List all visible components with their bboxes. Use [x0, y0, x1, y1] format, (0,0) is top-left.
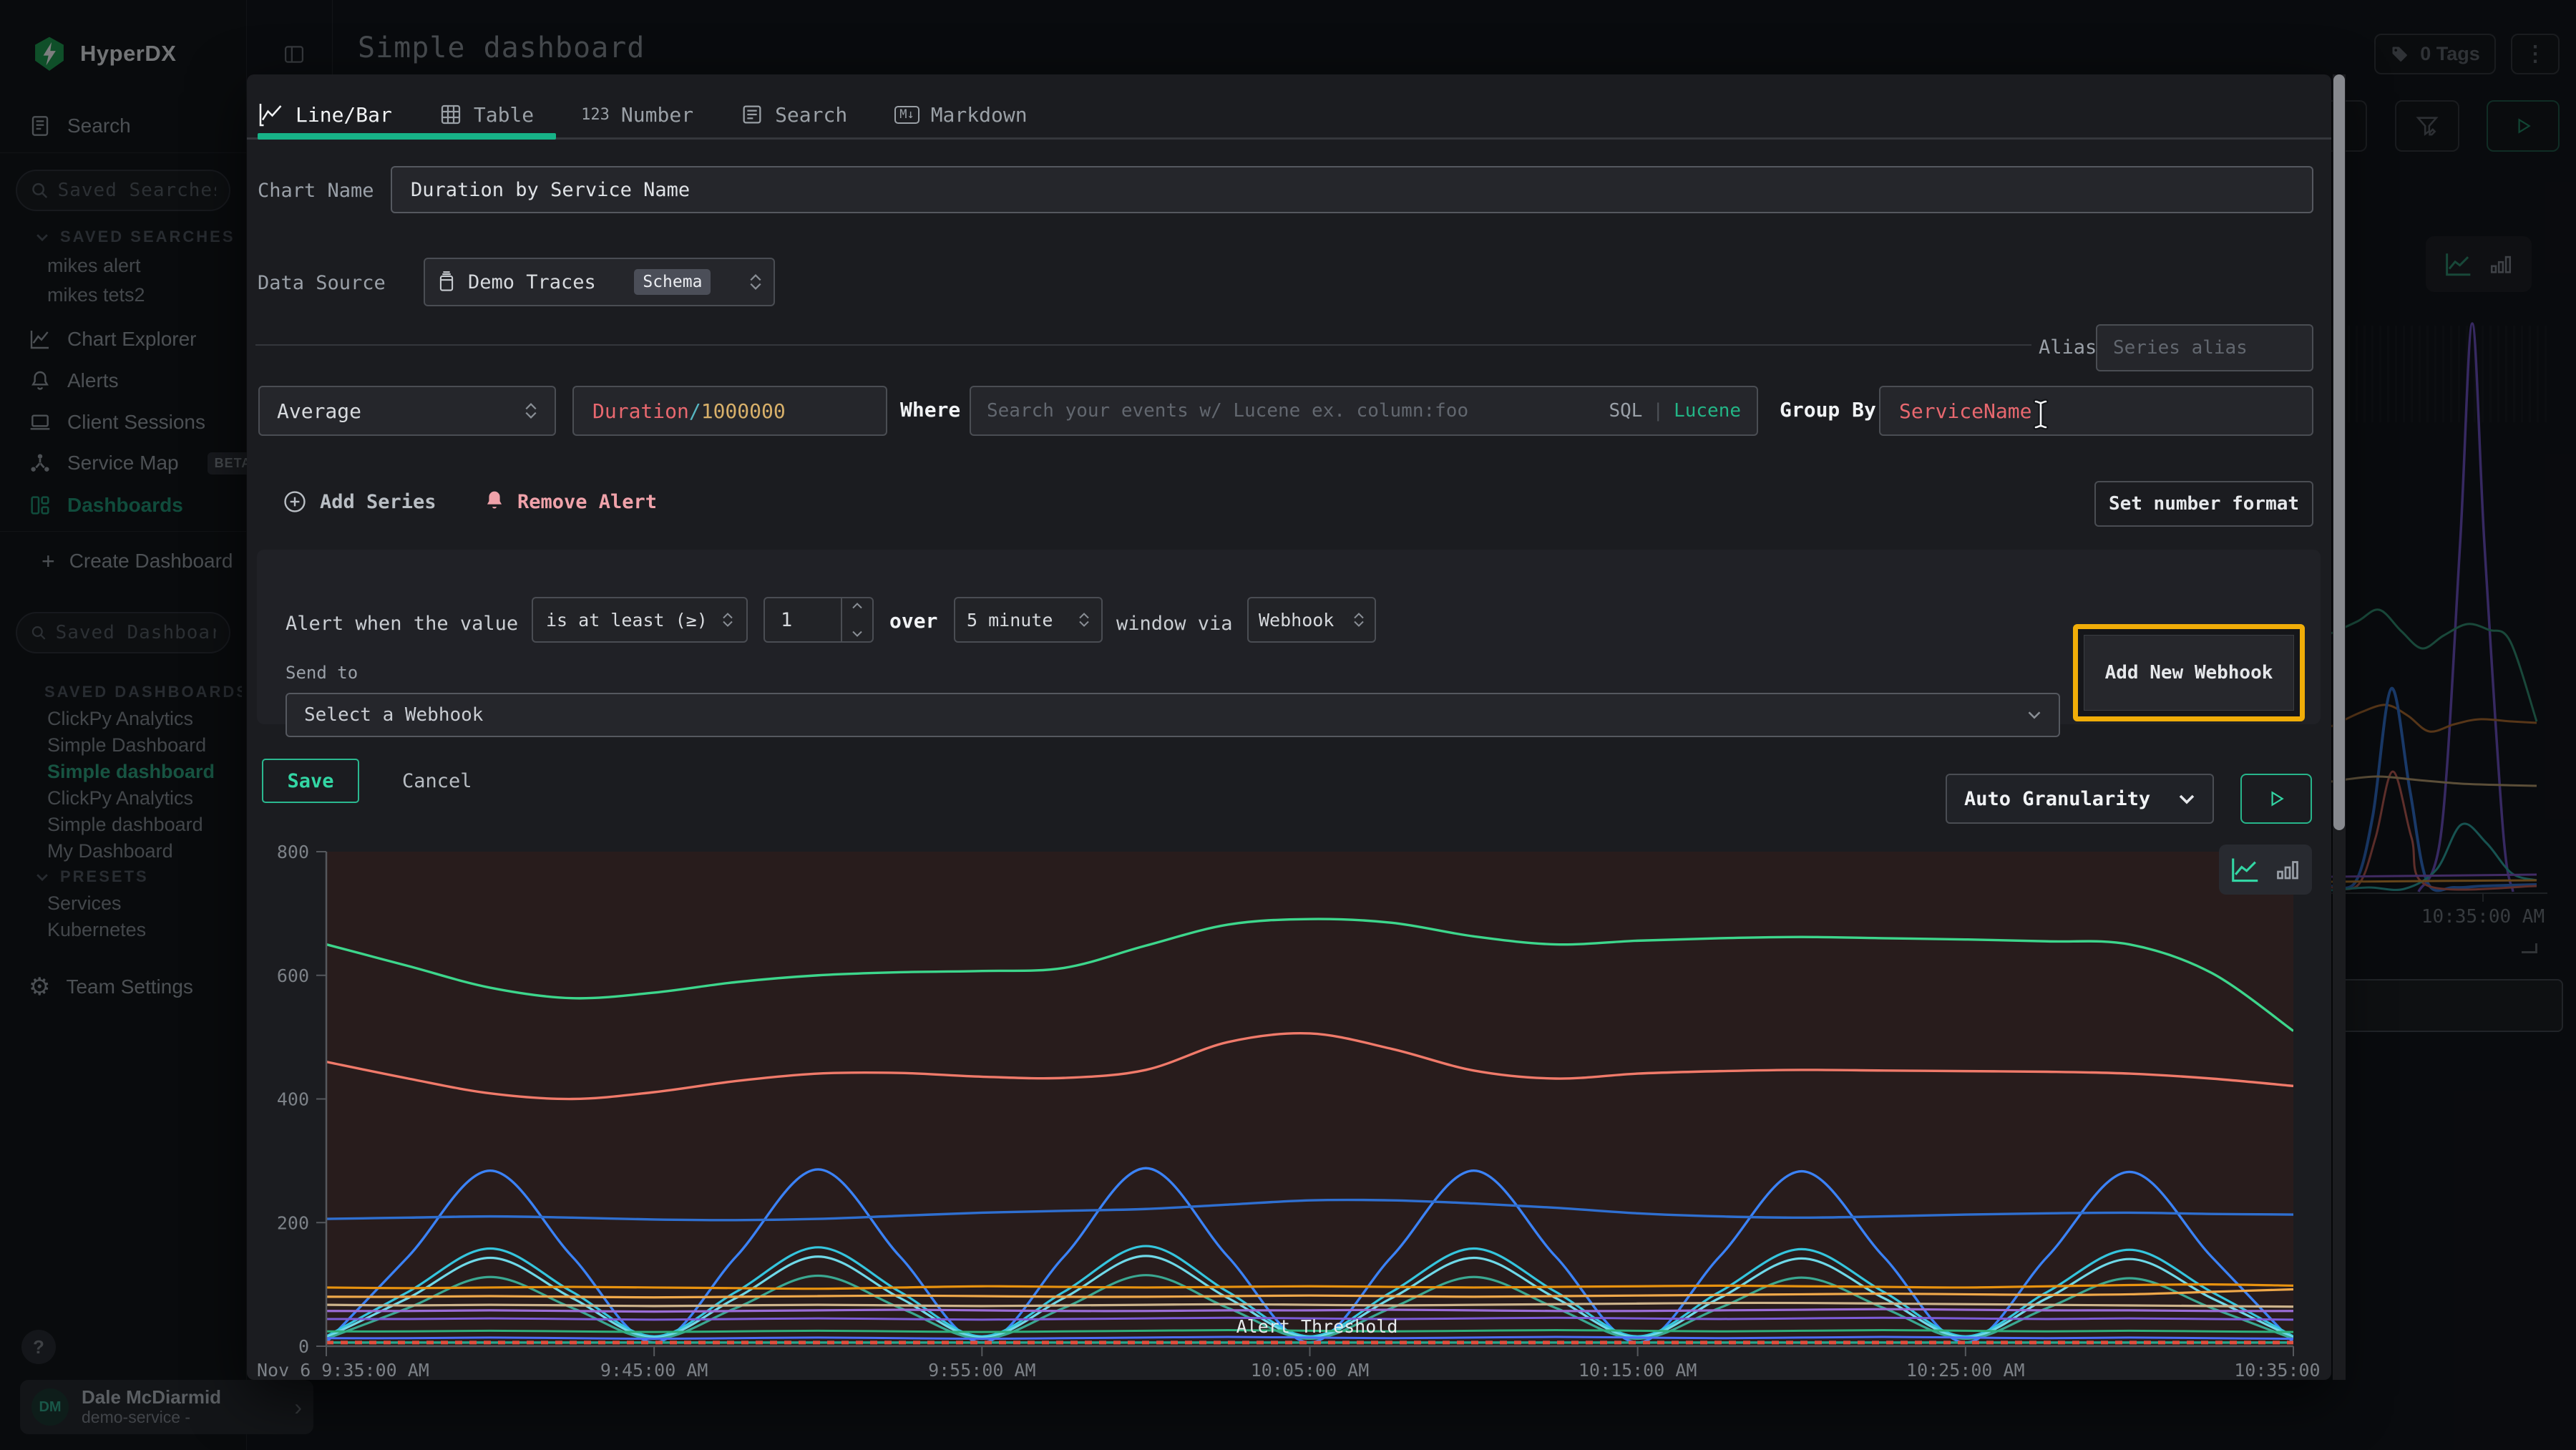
- chart-editor-modal: Line/Bar Table 123 Number Search M↓ Mark…: [247, 74, 2331, 1380]
- save-button[interactable]: Save: [262, 759, 359, 803]
- where-search-input[interactable]: Search your events w/ Lucene ex. column:…: [970, 386, 1758, 436]
- scrollbar-thumb[interactable]: [2333, 74, 2345, 830]
- alias-label: Alias: [2039, 336, 2097, 359]
- text-cursor: [2030, 398, 2051, 431]
- editor-tabs: Line/Bar Table 123 Number Search M↓ Mark…: [258, 93, 1028, 136]
- run-chart-button[interactable]: [2240, 774, 2312, 824]
- alert-threshold-input[interactable]: 1: [763, 597, 874, 643]
- alert-config-panel: Alert when the value is at least (≥) 1 o…: [257, 550, 2321, 724]
- list-box-icon: [741, 103, 763, 126]
- cancel-button[interactable]: Cancel: [402, 770, 472, 792]
- granularity-select[interactable]: Auto Granularity: [1946, 774, 2214, 824]
- database-icon: [436, 271, 457, 293]
- select-chevrons-icon: [722, 613, 733, 627]
- tabbar-border: [247, 137, 2331, 140]
- data-source-select[interactable]: Demo Traces Schema: [424, 258, 775, 306]
- data-source-label: Data Source: [258, 272, 386, 294]
- tab-search[interactable]: Search: [741, 103, 847, 127]
- alert-channel-select[interactable]: Webhook: [1247, 597, 1376, 643]
- svg-text:400: 400: [277, 1089, 309, 1110]
- table-icon: [439, 103, 462, 126]
- chart-type-toggle[interactable]: [2219, 845, 2312, 895]
- bar-chart-icon: [2275, 857, 2301, 882]
- play-icon: [2267, 789, 2285, 808]
- alert-condition-select[interactable]: is at least (≥): [532, 597, 748, 643]
- preview-chart: 0 200 400 600 800 Nov 6 9:35:00 AM 9:45:00 AM 9…: [247, 819, 2331, 1380]
- line-chart-icon: [258, 102, 284, 127]
- select-chevrons-icon: [749, 274, 762, 290]
- bell-icon: [483, 490, 506, 514]
- webhook-select[interactable]: Select a Webhook: [286, 693, 2060, 737]
- stepper-down-icon: [852, 631, 863, 637]
- svg-text:10:15:00 AM: 10:15:00 AM: [1579, 1360, 1697, 1380]
- line-chart-icon: [2230, 856, 2260, 883]
- add-series-button[interactable]: Add Series: [283, 490, 436, 514]
- send-to-label: Send to: [286, 663, 358, 683]
- tab-number[interactable]: 123 Number: [581, 103, 693, 127]
- over-label: over: [889, 609, 937, 633]
- lucene-toggle[interactable]: Lucene: [1674, 400, 1741, 422]
- remove-alert-button[interactable]: Remove Alert: [483, 490, 657, 514]
- where-label: Where: [900, 398, 960, 422]
- svg-text:200: 200: [277, 1212, 309, 1233]
- tab-markdown[interactable]: M↓ Markdown: [894, 103, 1027, 127]
- select-chevrons-icon: [525, 403, 537, 419]
- alert-prefix-label: Alert when the value: [286, 613, 518, 635]
- select-chevrons-icon: [1353, 613, 1365, 627]
- aggregation-select[interactable]: Average: [258, 386, 556, 436]
- svg-text:800: 800: [277, 842, 309, 862]
- chart-name-input[interactable]: Duration by Service Name: [391, 166, 2313, 213]
- select-chevrons-icon: [1078, 613, 1090, 627]
- svg-text:Nov 6 9:35:00 AM: Nov 6 9:35:00 AM: [257, 1360, 429, 1380]
- sql-toggle[interactable]: SQL: [1609, 400, 1642, 422]
- markdown-icon: M↓: [894, 106, 919, 124]
- number-123-icon: 123: [581, 106, 610, 124]
- set-number-format-button[interactable]: Set number format: [2094, 481, 2313, 527]
- add-new-webhook-button[interactable]: Add New Webhook: [2084, 635, 2294, 711]
- svg-text:Alert Threshold: Alert Threshold: [1236, 1316, 1398, 1337]
- svg-text:10:05:00 AM: 10:05:00 AM: [1251, 1360, 1370, 1380]
- chevron-down-icon: [2178, 794, 2195, 804]
- add-webhook-highlight: Add New Webhook: [2073, 624, 2305, 721]
- chart-name-label: Chart Name: [258, 180, 374, 202]
- alias-input[interactable]: Series alias: [2096, 324, 2313, 371]
- alert-window-select[interactable]: 5 minute: [954, 597, 1103, 643]
- field-expression-input[interactable]: Duration/1000000: [572, 386, 887, 436]
- svg-text:0: 0: [298, 1336, 309, 1357]
- group-by-label: Group By: [1780, 398, 1876, 422]
- number-stepper[interactable]: [841, 598, 872, 641]
- group-by-input[interactable]: ServiceName: [1879, 386, 2313, 436]
- stepper-up-icon: [852, 603, 863, 609]
- svg-text:9:55:00 AM: 9:55:00 AM: [928, 1360, 1036, 1380]
- svg-text:10:35:00 AM: 10:35:00 AM: [2234, 1360, 2331, 1380]
- circle-plus-icon: [283, 490, 307, 514]
- divider: [255, 344, 2031, 346]
- app-root: HyperDX Search Saved Searches SAVED SEAR…: [0, 0, 2576, 1450]
- modal-scrollbar[interactable]: [2333, 74, 2346, 1380]
- svg-text:600: 600: [277, 965, 309, 986]
- active-tab-underline: [258, 133, 556, 140]
- tab-table[interactable]: Table: [439, 103, 534, 127]
- svg-text:10:25:00 AM: 10:25:00 AM: [1906, 1360, 2025, 1380]
- window-via-label: window via: [1116, 613, 1233, 635]
- tab-line-bar[interactable]: Line/Bar: [258, 102, 392, 127]
- schema-badge: Schema: [634, 269, 711, 295]
- svg-text:9:45:00 AM: 9:45:00 AM: [600, 1360, 708, 1380]
- chevron-down-icon: [2027, 711, 2041, 719]
